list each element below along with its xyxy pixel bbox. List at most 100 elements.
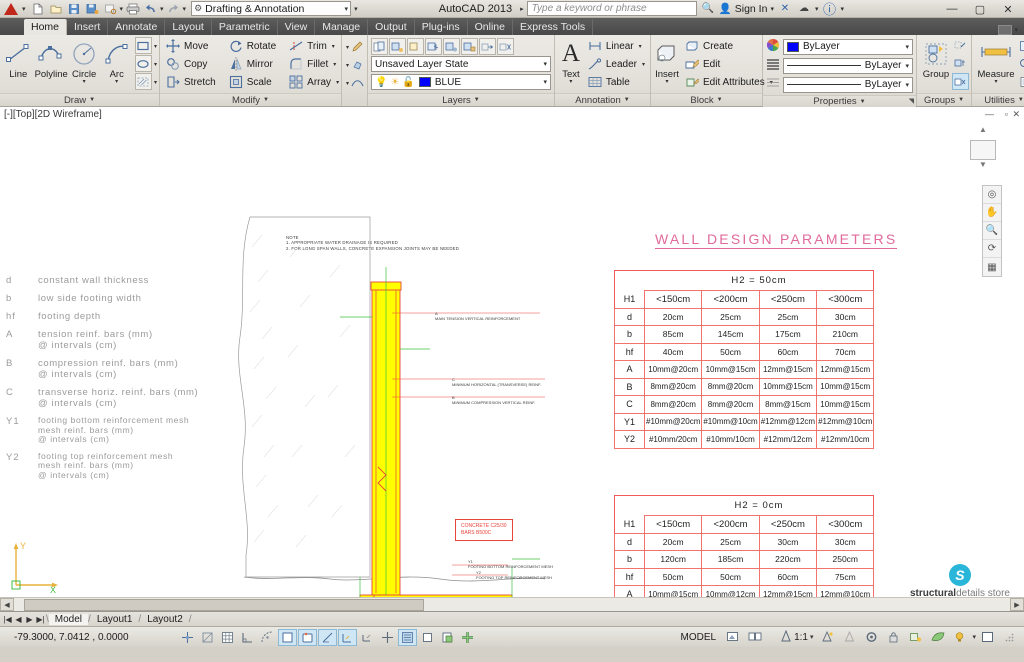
toolbar-lock-icon[interactable] [884, 629, 903, 646]
rectangle-icon[interactable] [134, 37, 152, 54]
linear-dimension-button[interactable]: Linear ▾ [586, 37, 648, 55]
explode-icon[interactable] [349, 56, 366, 73]
status-lightbulb-icon[interactable] [950, 629, 969, 646]
measure-button[interactable]: Measure ▾ [975, 37, 1017, 85]
object-snap-tracking-toggle[interactable] [318, 628, 337, 646]
lightbulb-icon[interactable]: 💡 [375, 77, 387, 88]
panel-block-title[interactable]: Block ▼ [651, 93, 762, 106]
application-menu-button[interactable] [0, 0, 22, 18]
panel-modify-title[interactable]: Modify ▼ [160, 93, 341, 106]
layer-isolate-icon[interactable] [389, 38, 406, 55]
panel-annotation-title[interactable]: Annotation ▼ [555, 93, 650, 106]
group-selection-toggle-icon[interactable] [952, 73, 969, 90]
horizontal-scrollbar[interactable]: ◀ ▶ [0, 597, 1024, 611]
arc-dropdown-icon[interactable]: ▾ [115, 79, 118, 85]
app-menu-caret-icon[interactable]: ▾ [22, 5, 26, 13]
ribbon-minimize-control[interactable]: ▾ [998, 25, 1018, 35]
layout-tab-layout2[interactable]: Layout2 [141, 614, 189, 625]
annotation-scale-control[interactable]: 1:1 ▾ [777, 629, 816, 645]
panel-properties-title[interactable]: Properties ▼ ◥ [763, 95, 916, 107]
search-expand-icon[interactable]: ▸ [520, 5, 524, 13]
array-dropdown-icon[interactable]: ▾ [336, 79, 339, 86]
dynamic-ucs-toggle[interactable] [358, 629, 377, 646]
lineweight-toggle[interactable] [398, 628, 417, 646]
tab-view[interactable]: View [278, 19, 316, 35]
viewport-close-icon[interactable]: ✕ [1012, 109, 1020, 120]
plot-preview-icon[interactable] [102, 1, 119, 17]
group-edit-icon[interactable] [952, 55, 969, 72]
save-as-icon[interactable] [84, 1, 101, 17]
ellipse-dropdown-icon[interactable]: ▾ [154, 61, 157, 68]
layer-unisolate-icon[interactable] [407, 38, 424, 55]
zoom-extents-icon[interactable]: 🔍 [983, 222, 1001, 240]
array-button[interactable]: Array ▾ [287, 73, 342, 91]
polar-tracking-toggle[interactable] [258, 629, 277, 646]
drawing-canvas[interactable]: [-][Top][2D Wireframe] — ▫ ✕ ▲ ▼ ◎ ✋ 🔍 ⟳… [0, 107, 1024, 612]
panel-groups-title[interactable]: Groups ▼ [917, 93, 971, 106]
pan-icon[interactable]: ✋ [983, 204, 1001, 222]
layer-off-icon[interactable] [443, 38, 460, 55]
quick-select-icon[interactable] [1017, 55, 1024, 72]
search-input[interactable]: Type a keyword or phrase [526, 1, 697, 16]
viewcube-top-face[interactable] [970, 140, 996, 160]
layout-tab-layout1[interactable]: Layout1 [91, 614, 139, 625]
layout-tab-model[interactable]: Model [48, 613, 89, 625]
insert-dropdown-icon[interactable]: ▾ [665, 79, 668, 85]
fillet-dropdown-icon[interactable]: ▾ [333, 61, 336, 68]
coordinates-display[interactable]: -79.3000, 7.0412 , 0.0000 [0, 632, 170, 643]
viewcube-down-arrow-icon[interactable]: ▼ [964, 160, 1002, 169]
ortho-mode-toggle[interactable] [238, 629, 257, 646]
tab-layout[interactable]: Layout [165, 19, 212, 35]
tab-annotate[interactable]: Annotate [108, 19, 166, 35]
rectangle-dropdown-icon[interactable]: ▾ [154, 43, 157, 50]
layer-lock-icon[interactable] [461, 38, 478, 55]
circle-button[interactable]: Circle ▾ [68, 37, 101, 85]
point-style-icon[interactable] [1017, 73, 1024, 90]
panel-utilities-title[interactable]: Utilities ▼ [972, 93, 1024, 106]
binoculars-icon[interactable]: 🔍 [700, 1, 716, 16]
close-button[interactable]: ✕ [994, 1, 1022, 18]
selection-cycling-toggle[interactable] [458, 629, 477, 646]
dynamic-input-toggle[interactable] [378, 629, 397, 646]
undo-icon[interactable] [142, 1, 159, 17]
last-layout-icon[interactable]: ▶| [35, 615, 46, 624]
viewport-restore-icon[interactable]: ▫ [1005, 109, 1008, 119]
leader-dropdown-icon[interactable]: ▾ [642, 61, 645, 68]
viewcube-up-arrow-icon[interactable]: ▲ [964, 125, 1002, 134]
edit-polyline-icon[interactable] [349, 38, 366, 55]
polyline-button[interactable]: Polyline [35, 37, 68, 80]
tab-plugins[interactable]: Plug-ins [415, 19, 468, 35]
layer-properties-icon[interactable] [371, 38, 388, 55]
circle-dropdown-icon[interactable]: ▾ [83, 79, 86, 85]
text-button[interactable]: A Text ▾ [559, 37, 583, 85]
lineweight-combo[interactable]: ByLayer ▾ [783, 76, 913, 93]
edit-block-button[interactable]: Edit [683, 55, 776, 73]
sun-icon[interactable]: ☀ [390, 77, 399, 88]
autoscale-icon[interactable] [840, 629, 859, 646]
create-block-button[interactable]: Create [683, 37, 776, 55]
plot-preview-caret-icon[interactable]: ▾ [120, 5, 124, 13]
exchange-caret-icon[interactable]: ▾ [815, 5, 819, 13]
status-overflow-caret-icon[interactable]: ▾ [972, 633, 976, 641]
tab-express-tools[interactable]: Express Tools [513, 19, 594, 35]
measure-dropdown-icon[interactable]: ▾ [994, 79, 997, 85]
next-layout-icon[interactable]: ▶ [24, 615, 35, 624]
insert-block-button[interactable]: Insert ▾ [654, 37, 680, 85]
color-wheel-icon[interactable] [766, 38, 780, 55]
resize-grip-icon[interactable] [1000, 629, 1019, 646]
hatch-icon[interactable] [134, 73, 152, 90]
layer-delete-icon[interactable] [497, 38, 514, 55]
tab-parametric[interactable]: Parametric [212, 19, 278, 35]
new-icon[interactable] [30, 1, 47, 17]
quick-view-drawings-icon[interactable] [745, 629, 764, 646]
scale-button[interactable]: Scale [227, 73, 279, 91]
leader-button[interactable]: Leader ▾ [586, 55, 648, 73]
view-cube[interactable]: ▲ ▼ [964, 125, 1002, 175]
copy-button[interactable]: Copy [164, 55, 219, 73]
line-button[interactable]: Line [2, 37, 35, 80]
properties-dialog-launcher-icon[interactable]: ◥ [909, 97, 914, 105]
help-icon[interactable]: ⓘ [821, 1, 837, 17]
trim-dropdown-icon[interactable]: ▾ [332, 43, 335, 50]
quick-calc-icon[interactable] [1017, 37, 1024, 54]
linetype-combo[interactable]: ByLayer ▾ [783, 57, 913, 74]
